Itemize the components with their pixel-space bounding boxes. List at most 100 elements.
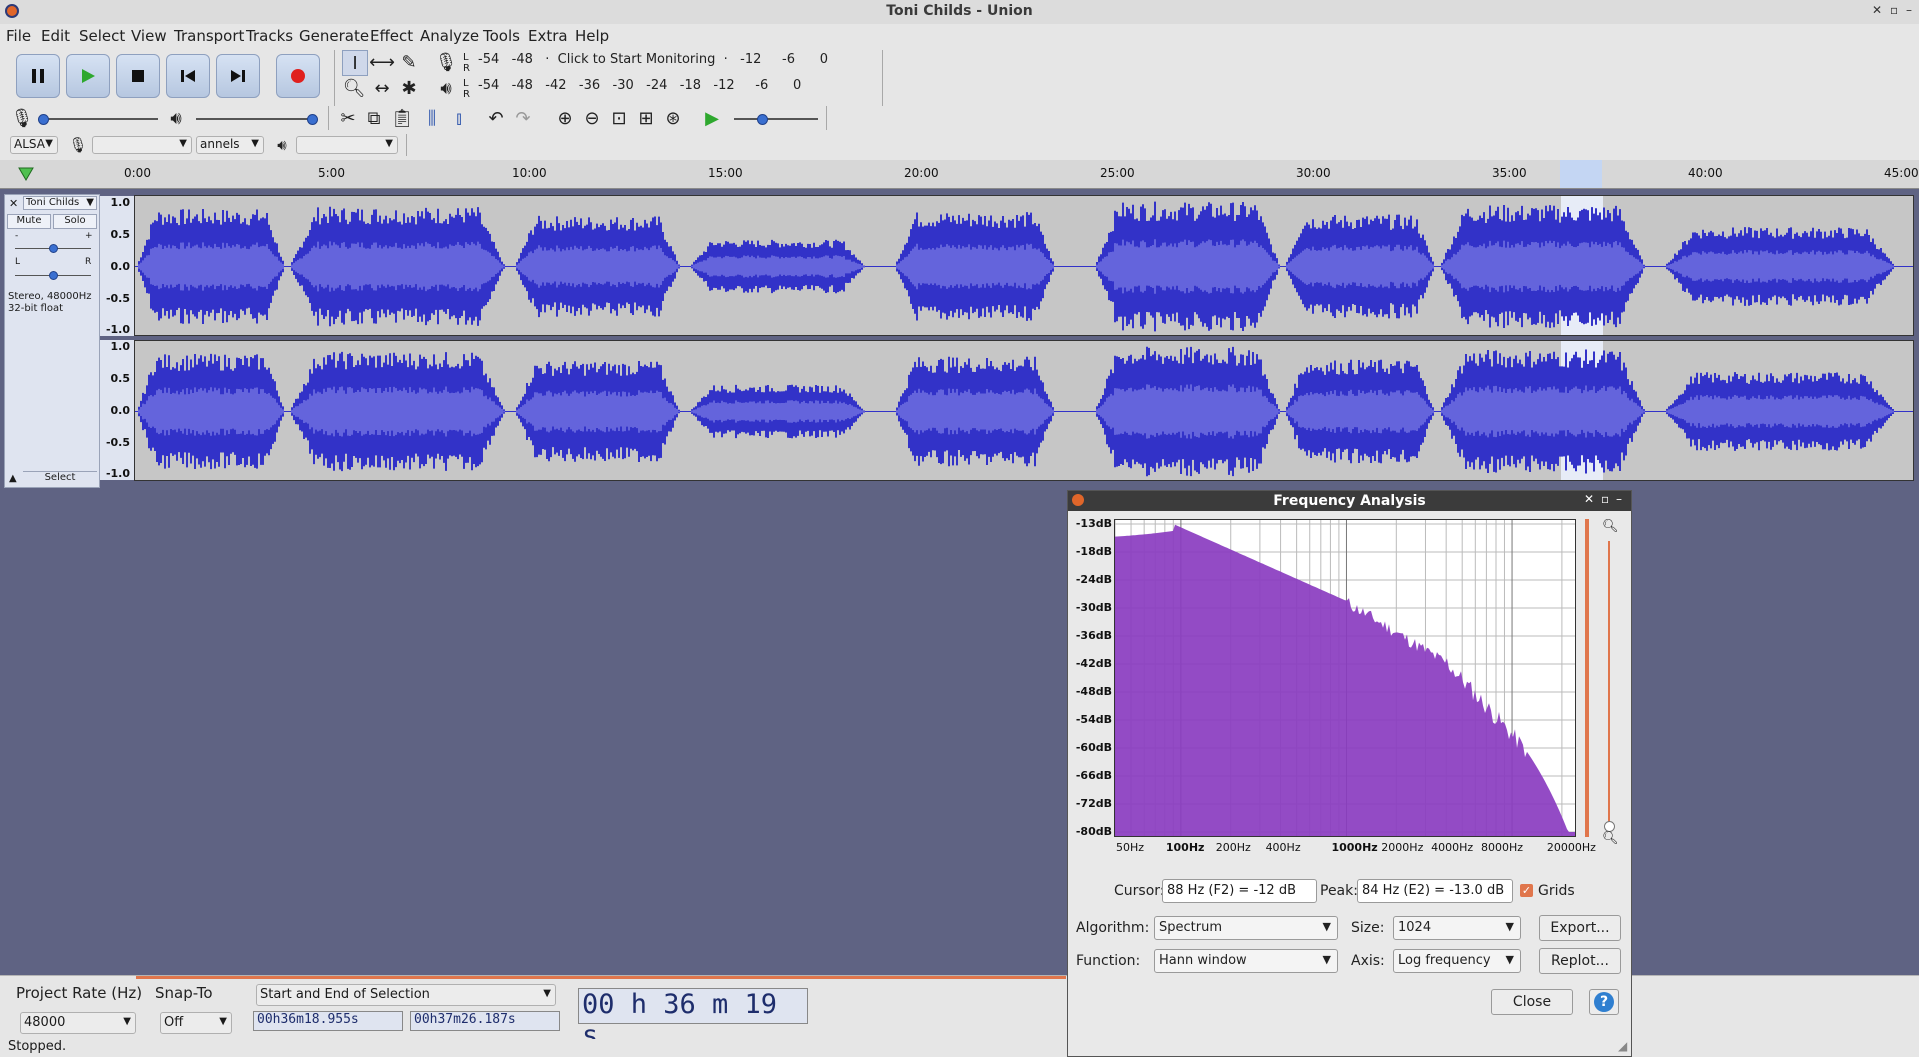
- draw-tool-icon[interactable]: ✎: [397, 50, 421, 74]
- track-select-button[interactable]: Select: [23, 471, 97, 486]
- menu-tools[interactable]: Tools: [483, 27, 520, 45]
- cut-icon[interactable]: ✂: [336, 106, 360, 130]
- playback-device-select[interactable]: ▼: [296, 136, 398, 154]
- help-button[interactable]: ?: [1589, 989, 1619, 1015]
- restore-window-icon[interactable]: ▫: [1890, 3, 1898, 17]
- snap-to-select[interactable]: Off ▼: [160, 1012, 232, 1034]
- fit-project-icon[interactable]: ⊞: [634, 106, 658, 130]
- play-button[interactable]: [66, 54, 110, 98]
- spectrum-plot[interactable]: [1114, 519, 1576, 837]
- zoom-slider[interactable]: [1608, 541, 1610, 825]
- menu-analyze[interactable]: Analyze: [420, 27, 479, 45]
- close-button[interactable]: Close: [1491, 989, 1573, 1015]
- zoom-out-icon[interactable]: ⊖: [580, 106, 604, 130]
- zoom-in-icon[interactable]: 🔍︎: [1602, 519, 1619, 534]
- record-volume-slider[interactable]: [40, 118, 158, 120]
- waveform-right-channel[interactable]: [134, 340, 1914, 481]
- skip-to-start-button[interactable]: [166, 54, 210, 98]
- undo-icon[interactable]: ↶: [484, 106, 508, 130]
- mute-button[interactable]: Mute: [7, 214, 51, 229]
- menu-file[interactable]: File: [6, 27, 31, 45]
- audio-position-display[interactable]: 00 h 36 m 19 s: [578, 988, 808, 1051]
- skip-to-end-button[interactable]: [216, 54, 260, 98]
- copy-icon[interactable]: ⧉: [362, 106, 386, 130]
- play-speed-slider[interactable]: [734, 118, 818, 120]
- track-name-menu[interactable]: Toni Childs ▼: [23, 196, 97, 210]
- menu-generate[interactable]: Generate: [299, 27, 369, 45]
- collapse-track-icon[interactable]: ▲: [9, 473, 17, 484]
- timeline-tick: 15:00: [708, 166, 743, 180]
- minimize-window-icon[interactable]: –: [1906, 3, 1912, 17]
- timeline-ruler[interactable]: 0:00 5:00 10:00 15:00 20:00 25:00 30:00 …: [0, 160, 1919, 189]
- zoom-tool-icon[interactable]: 🔍︎: [342, 76, 366, 100]
- selection-end-time[interactable]: 00h37m26.187s: [410, 1011, 560, 1031]
- redo-icon[interactable]: ↷: [511, 106, 535, 130]
- menu-transport[interactable]: Transport: [174, 27, 244, 45]
- record-meter[interactable]: -54 -48 · Click to Start Monitoring · -1…: [478, 52, 878, 74]
- playback-volume-slider[interactable]: [196, 118, 314, 120]
- fit-selection-icon[interactable]: ⊡: [607, 106, 631, 130]
- waveform-left-channel[interactable]: [134, 195, 1914, 336]
- zoom-in-icon[interactable]: ⊕: [553, 106, 577, 130]
- pin-playhead-icon[interactable]: [18, 166, 34, 182]
- playback-volume-knob[interactable]: [307, 114, 318, 125]
- menu-extra[interactable]: Extra: [528, 27, 568, 45]
- window-titlebar: Toni Childs - Union ✕ ▫ –: [0, 0, 1919, 25]
- playback-device-speaker-icon: 🔊︎: [277, 136, 287, 154]
- spectrum-x-label: 50Hz: [1116, 841, 1145, 854]
- silence-audio-icon[interactable]: ⫾: [447, 106, 471, 130]
- horizontal-scrollbar[interactable]: [136, 976, 1066, 979]
- algorithm-select[interactable]: Spectrum ▼: [1154, 916, 1338, 940]
- playback-meter-speaker-icon[interactable]: 🔊︎: [434, 76, 458, 100]
- envelope-tool-icon[interactable]: ⟷: [369, 50, 395, 74]
- selection-mode-select[interactable]: Start and End of Selection ▼: [256, 984, 556, 1006]
- function-select[interactable]: Hann window ▼: [1154, 949, 1338, 973]
- playback-volume-speaker-icon: 🔊︎: [170, 107, 182, 129]
- gain-slider-knob[interactable]: [49, 244, 58, 253]
- size-label: Size:: [1351, 920, 1385, 936]
- solo-button[interactable]: Solo: [53, 214, 97, 229]
- multi-tool-icon[interactable]: ✱: [397, 76, 421, 100]
- dialog-close-icon[interactable]: ✕: [1584, 492, 1594, 506]
- menu-tracks[interactable]: Tracks: [246, 27, 293, 45]
- menu-effect[interactable]: Effect: [370, 27, 413, 45]
- selection-start-time[interactable]: 00h36m18.955s: [253, 1011, 403, 1031]
- dialog-minimize-icon[interactable]: –: [1616, 492, 1622, 506]
- close-window-icon[interactable]: ✕: [1872, 3, 1882, 17]
- trim-audio-icon[interactable]: ⫼: [420, 106, 444, 130]
- track-close-icon[interactable]: ✕: [9, 197, 18, 210]
- timeline-selection[interactable]: [1560, 160, 1602, 188]
- zoom-out-icon[interactable]: 🔍︎: [1602, 831, 1619, 846]
- recording-channels-select[interactable]: annels ▼: [196, 136, 264, 154]
- record-button[interactable]: [276, 54, 320, 98]
- menu-view[interactable]: View: [131, 27, 167, 45]
- export-button[interactable]: Export...: [1539, 915, 1621, 941]
- range-slider-track[interactable]: [1585, 519, 1589, 837]
- menu-help[interactable]: Help: [575, 27, 609, 45]
- menu-edit[interactable]: Edit: [41, 27, 70, 45]
- paste-icon[interactable]: 📋︎: [390, 106, 414, 130]
- pause-button[interactable]: [16, 54, 60, 98]
- axis-select[interactable]: Log frequency ▼: [1393, 949, 1521, 973]
- pan-slider-knob[interactable]: [49, 271, 58, 280]
- time-shift-tool-icon[interactable]: ↔: [370, 76, 394, 100]
- record-meter-mic-icon[interactable]: 🎙︎: [434, 50, 458, 74]
- audio-host-select[interactable]: ALSA ▼: [10, 136, 58, 154]
- stop-button[interactable]: [116, 54, 160, 98]
- resize-grip-icon[interactable]: ◢: [1618, 1039, 1627, 1053]
- menu-select[interactable]: Select: [79, 27, 125, 45]
- zoom-toggle-icon[interactable]: ⊛: [661, 106, 685, 130]
- size-select[interactable]: 1024 ▼: [1393, 916, 1521, 940]
- record-volume-knob[interactable]: [38, 114, 49, 125]
- project-rate-select[interactable]: 48000 ▼: [20, 1012, 136, 1034]
- timeline-tick: 5:00: [318, 166, 345, 180]
- grids-checkbox[interactable]: ✓: [1520, 884, 1533, 897]
- play-speed-knob[interactable]: [757, 114, 768, 125]
- playback-meter[interactable]: -54 -48 -42 -36 -30 -24 -18 -12 -6 0: [478, 78, 878, 100]
- recording-device-select[interactable]: ▼: [92, 136, 192, 154]
- selection-tool-icon[interactable]: I: [342, 50, 368, 76]
- replot-button[interactable]: Replot...: [1539, 948, 1621, 974]
- peak-label: Peak:: [1320, 883, 1358, 899]
- play-at-speed-icon[interactable]: ▶: [700, 106, 724, 130]
- dialog-maximize-icon[interactable]: ▫: [1601, 492, 1609, 506]
